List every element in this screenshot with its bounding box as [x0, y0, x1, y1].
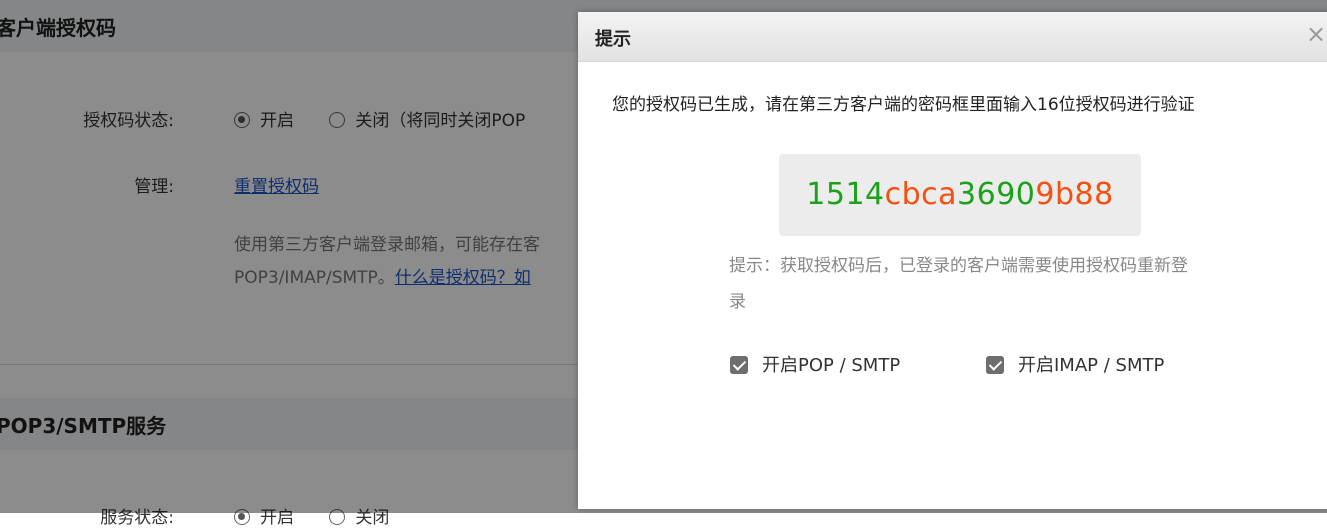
auth-code-segment: 3690 — [957, 177, 1036, 212]
auth-code-segment: cbca — [884, 177, 958, 212]
close-icon[interactable]: × — [1306, 22, 1326, 46]
pop-smtp-option[interactable]: 开启POP / SMTP — [730, 351, 900, 377]
auth-code-dialog: 提示 × 您的授权码已生成，请在第三方客户端的密码框里面输入16位授权码进行验证… — [578, 12, 1327, 509]
auth-code-segment: 1514 — [806, 177, 885, 212]
imap-smtp-option[interactable]: 开启IMAP / SMTP — [986, 351, 1164, 377]
auth-code-display: 1514cbca36909b88 — [779, 154, 1141, 236]
dialog-hint: 提示：获取授权码后，已登录的客户端需要使用授权码重新登录 — [729, 256, 1188, 312]
imap-smtp-label[interactable]: 开启IMAP / SMTP — [1018, 355, 1164, 376]
dialog-header: 提示 × — [578, 12, 1327, 62]
dialog-message: 您的授权码已生成，请在第三方客户端的密码框里面输入16位授权码进行验证 — [612, 95, 1195, 115]
pop-smtp-checkbox[interactable] — [730, 356, 748, 374]
auth-code-segment: 9b88 — [1035, 177, 1114, 212]
imap-smtp-checkbox[interactable] — [986, 356, 1004, 374]
dialog-title: 提示 — [595, 29, 631, 50]
pop-smtp-label[interactable]: 开启POP / SMTP — [762, 355, 900, 376]
